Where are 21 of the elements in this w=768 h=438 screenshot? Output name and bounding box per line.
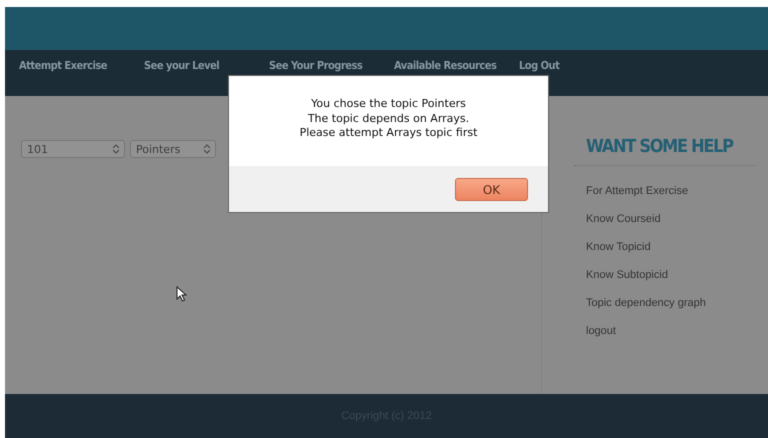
sidebar-link[interactable]: Know Topicid bbox=[586, 240, 768, 254]
nav-link[interactable]: See Your Progress bbox=[269, 56, 394, 75]
sidebar-link[interactable]: logout bbox=[586, 324, 768, 338]
nav-link[interactable]: Log Out bbox=[519, 56, 579, 75]
cursor-icon bbox=[176, 286, 187, 302]
dropdown[interactable]: 101 bbox=[21, 140, 125, 158]
sidebar-heading: WANT SOME HELP bbox=[574, 136, 756, 166]
sidebar-link[interactable]: For Attempt Exercise bbox=[586, 184, 768, 198]
dialog-message: Please attempt Arrays topic first bbox=[300, 126, 478, 140]
nav-link[interactable]: Attempt Exercise bbox=[19, 56, 144, 75]
nav-link[interactable]: Available Resources bbox=[394, 56, 519, 75]
updown-icon bbox=[113, 144, 119, 154]
updown-icon bbox=[204, 144, 210, 154]
nav-link[interactable]: See your Level bbox=[144, 56, 269, 75]
dialog-message: You chose the topic Pointers bbox=[311, 97, 466, 112]
dialog-message: The topic depends on Arrays. bbox=[308, 112, 470, 126]
dropdown[interactable]: Pointers bbox=[130, 140, 216, 158]
ok-button[interactable]: OK bbox=[455, 178, 528, 201]
sidebar-link[interactable]: Know Subtopicid bbox=[586, 268, 768, 282]
sidebar-link[interactable]: Know Courseid bbox=[586, 212, 768, 226]
sidebar-link[interactable]: Topic dependency graph bbox=[586, 296, 768, 310]
